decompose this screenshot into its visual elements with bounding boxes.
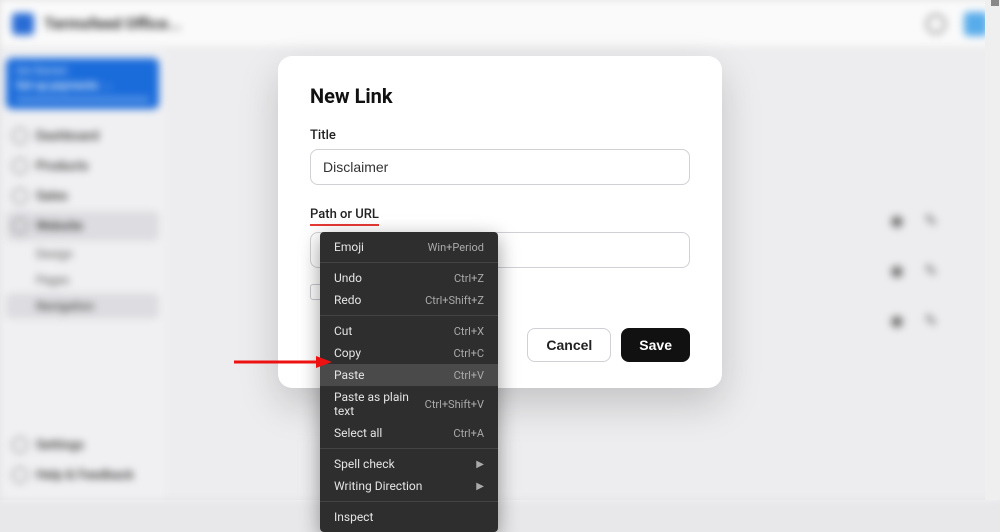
context-menu-undo[interactable]: Undo Ctrl+Z (320, 267, 498, 289)
modal-backdrop: New Link Title Path or URL V Cancel Save (0, 0, 1000, 500)
context-menu-copy[interactable]: Copy Ctrl+C (320, 342, 498, 364)
path-label: Path or URL (310, 207, 379, 226)
context-menu: Emoji Win+Period Undo Ctrl+Z Redo Ctrl+S… (320, 232, 498, 532)
context-menu-inspect[interactable]: Inspect (320, 506, 498, 528)
context-menu-redo[interactable]: Redo Ctrl+Shift+Z (320, 289, 498, 311)
context-menu-paste-plain[interactable]: Paste as plain text Ctrl+Shift+V (320, 386, 498, 422)
context-menu-emoji[interactable]: Emoji Win+Period (320, 236, 498, 258)
context-menu-spellcheck[interactable]: Spell check ▶ (320, 453, 498, 475)
context-menu-cut[interactable]: Cut Ctrl+X (320, 320, 498, 342)
context-menu-paste[interactable]: Paste Ctrl+V (320, 364, 498, 386)
save-button[interactable]: Save (621, 328, 690, 362)
title-input[interactable] (310, 149, 690, 185)
cancel-button[interactable]: Cancel (527, 328, 611, 362)
modal-title: New Link (310, 84, 690, 108)
title-label: Title (310, 128, 690, 143)
chevron-right-icon: ▶ (476, 459, 484, 470)
context-menu-writing-direction[interactable]: Writing Direction ▶ (320, 475, 498, 497)
vertical-scrollbar[interactable] (985, 0, 1000, 500)
chevron-right-icon: ▶ (476, 481, 484, 492)
scrollbar-thumb[interactable] (991, 0, 999, 6)
context-menu-select-all[interactable]: Select all Ctrl+A (320, 422, 498, 444)
